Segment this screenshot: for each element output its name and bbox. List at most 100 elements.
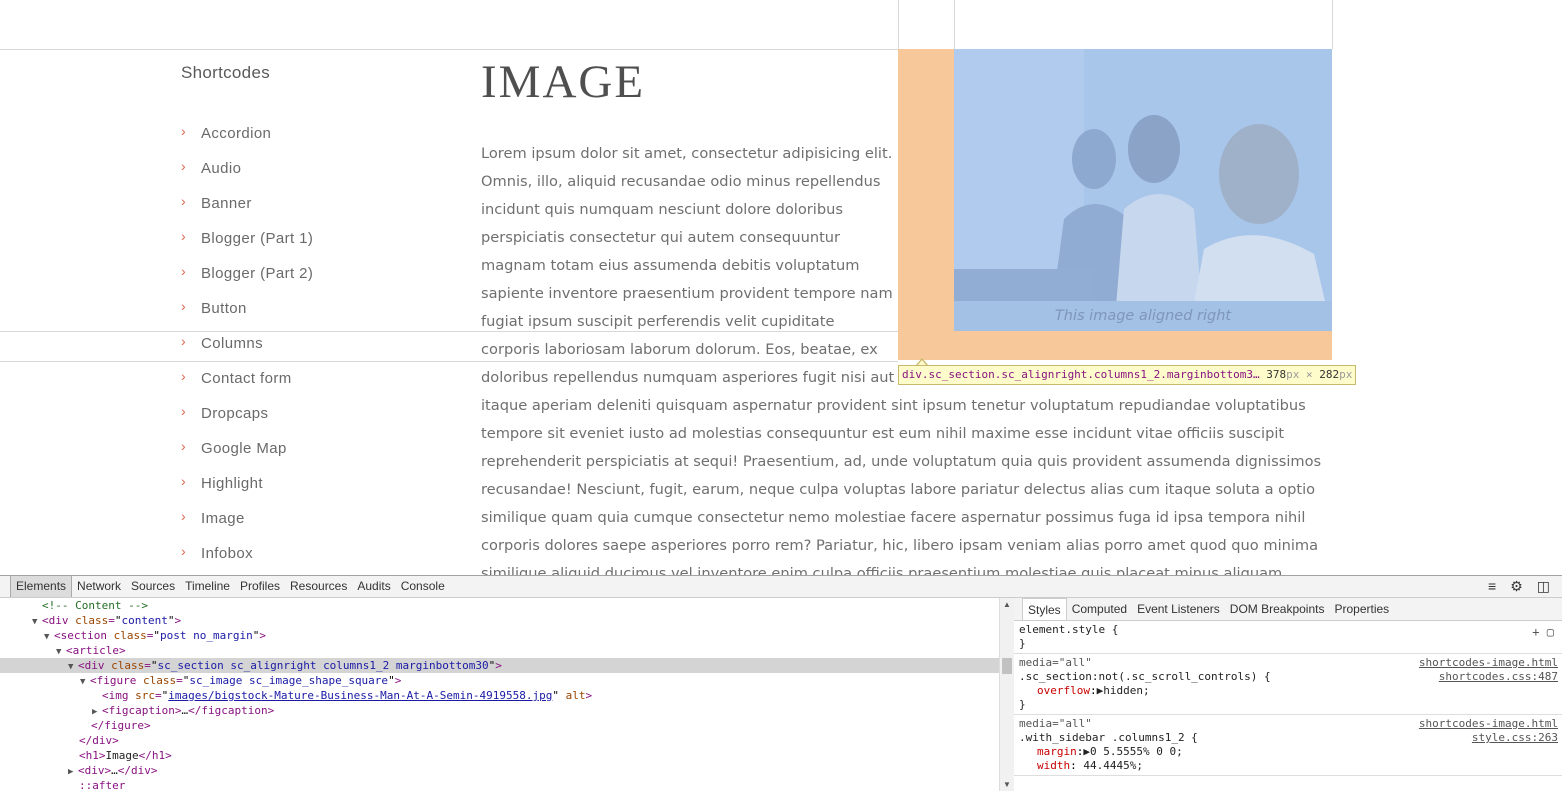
style-rule-element: element.style { } + ▢ [1014, 621, 1562, 654]
devtools-tab[interactable]: Elements [10, 576, 73, 597]
dom-tree: <!-- Content --> ▼ <div class="content"> … [0, 598, 999, 791]
chevron-right-icon: › [181, 262, 187, 279]
chevron-right-icon: › [181, 227, 187, 244]
header-divider-vertical [898, 0, 899, 49]
rule-source-link[interactable]: shortcodes-image.html [1419, 717, 1558, 731]
sidebar-item-label: Image [201, 510, 245, 527]
dom-node-div-close[interactable]: </div> [0, 733, 999, 748]
styles-tab[interactable]: DOM Breakpoints [1225, 598, 1330, 620]
sidebar-item[interactable]: › Banner [181, 186, 313, 221]
sidebar-item-label: Button [201, 300, 247, 317]
tooltip-times: × [1306, 368, 1313, 381]
tooltip-selector: div.sc_section.sc_alignright.columns1_2.… [902, 368, 1260, 381]
toggle-state-icon[interactable]: ▢ [1547, 625, 1554, 639]
dom-node-comment[interactable]: <!-- Content --> [0, 598, 999, 613]
devtools-tab[interactable]: Profiles [235, 576, 285, 597]
sidebar-item-label: Blogger (Part 2) [201, 265, 314, 282]
devtools-toolbar-icons: ≡ ⚙ ◫ [1488, 578, 1550, 595]
rule-close-brace: } [1019, 698, 1026, 711]
dom-node-figcaption[interactable]: ▶ <figcaption>…</figcaption> [0, 703, 999, 718]
element-style-selector[interactable]: element.style { [1019, 623, 1558, 637]
sidebar-menu: › Accordion › Audio › Banner › Blogger (Part 1)… [181, 116, 313, 571]
devtools-tab[interactable]: Audits [352, 576, 395, 597]
dom-node-sc-section-selected[interactable]: ▼ <div class="sc_section sc_alignright co… [0, 658, 999, 673]
chevron-right-icon: › [181, 437, 187, 454]
devtools-tab[interactable]: Timeline [180, 576, 235, 597]
devtools-tab[interactable]: Resources [285, 576, 352, 597]
rule-value[interactable]: 44.4445%; [1083, 759, 1143, 772]
gear-icon[interactable]: ⚙ [1510, 578, 1523, 595]
dom-node-section[interactable]: ▼ <section class="post no_margin"> [0, 628, 999, 643]
rule-close-brace: } [1019, 637, 1026, 650]
devtools-tab[interactable]: Sources [126, 576, 180, 597]
sidebar-item[interactable]: › Blogger (Part 1) [181, 221, 313, 256]
rule-value[interactable]: hidden; [1103, 684, 1149, 697]
add-rule-icon[interactable]: + [1532, 625, 1539, 639]
dom-node-after[interactable]: ::after [0, 778, 999, 791]
body-text-line: similique quam quia cumque consectetur n… [481, 509, 1306, 526]
sidebar-item[interactable]: › Contact form [181, 361, 313, 396]
tooltip-unit-2: px [1339, 368, 1353, 381]
styles-tab[interactable]: Properties [1329, 598, 1394, 620]
sidebar-item-label: Audio [201, 160, 242, 177]
sidebar-item-label: Banner [201, 195, 252, 212]
rule-selector[interactable]: .sc_section:not(.sc_scroll_controls) { [1019, 670, 1271, 683]
dock-icon[interactable]: ◫ [1537, 578, 1550, 595]
dom-node-figure[interactable]: ▼ <figure class="sc_image sc_image_shape_… [0, 673, 999, 688]
sidebar-item[interactable]: › Audio [181, 151, 313, 186]
chevron-right-icon: › [181, 157, 187, 174]
rule-property[interactable]: width [1019, 759, 1070, 772]
dom-node-h1[interactable]: <h1>Image</h1> [0, 748, 999, 763]
devtools-tab[interactable]: Console [396, 576, 450, 597]
styles-tab[interactable]: Styles [1022, 598, 1067, 620]
chevron-right-icon: › [181, 332, 187, 349]
rule-value[interactable]: 0 5.5555% 0 0; [1090, 745, 1183, 758]
chevron-right-icon: › [181, 297, 187, 314]
body-text-line: similique aliquid ducimus vel inventore … [481, 565, 1283, 575]
header-divider [0, 49, 898, 50]
sidebar-item[interactable]: › Columns [181, 326, 313, 361]
styles-tab[interactable]: Event Listeners [1132, 598, 1225, 620]
styles-tab[interactable]: Computed [1067, 598, 1132, 620]
sidebar-item-label: Contact form [201, 370, 292, 387]
body-text-line: itaque aperiam deleniti quisquam asperna… [481, 397, 1306, 414]
styles-tabs: Styles Computed Event Listeners DOM Breakpo… [1014, 598, 1562, 621]
sidebar-item[interactable]: › Button [181, 291, 313, 326]
img-src-link[interactable]: images/bigstock-Mature-Business-Man-At-A… [168, 689, 552, 702]
rule-media: media="all" [1019, 656, 1092, 669]
chevron-right-icon: › [181, 402, 187, 419]
dom-scrollbar[interactable]: ▲ ▼ [999, 598, 1014, 791]
rule-source-link[interactable]: shortcodes-image.html [1419, 656, 1558, 670]
sidebar-item[interactable]: › Accordion [181, 116, 313, 151]
rule-property[interactable]: margin [1019, 745, 1077, 758]
rule-tools: + ▢ [1532, 625, 1554, 639]
sidebar-item[interactable]: › Blogger (Part 2) [181, 256, 313, 291]
header-divider-vertical-2 [954, 0, 955, 49]
page-title: IMAGE [481, 56, 646, 108]
sidebar-item[interactable]: › Image [181, 501, 313, 536]
dom-node-article[interactable]: ▼ <article> [0, 643, 999, 658]
devtools-tab[interactable]: Network [72, 576, 126, 597]
styles-pane: Styles Computed Event Listeners DOM Breakpo… [1014, 598, 1562, 791]
dom-node-figure-close[interactable]: </figure> [0, 718, 999, 733]
scroll-up-icon[interactable]: ▲ [1003, 600, 1011, 609]
execute-icon[interactable]: ≡ [1488, 578, 1496, 595]
scroll-down-icon[interactable]: ▼ [1003, 780, 1011, 789]
devtools-panel: Elements Network Sources Timeline Profiles Re… [0, 575, 1562, 791]
chevron-right-icon: › [181, 367, 187, 384]
rule-selector[interactable]: .with_sidebar .columns1_2 { [1019, 731, 1198, 744]
sidebar-item[interactable]: › Highlight [181, 466, 313, 501]
rule-property[interactable]: overflow [1019, 684, 1090, 697]
sidebar-item[interactable]: › Dropcaps [181, 396, 313, 431]
scroll-thumb[interactable] [1002, 658, 1012, 674]
sidebar-item-label: Blogger (Part 1) [201, 230, 314, 247]
dom-node-img[interactable]: <img src="images/bigstock-Mature-Busines… [0, 688, 999, 703]
dom-node-content[interactable]: ▼ <div class="content"> [0, 613, 999, 628]
page-viewport: Shortcodes › Accordion › Audio › Banner › Blogg… [0, 0, 1562, 575]
sidebar-item[interactable]: › Google Map [181, 431, 313, 466]
sidebar-item[interactable]: › Infobox [181, 536, 313, 571]
sidebar-item-label: Highlight [201, 475, 263, 492]
rule-source-link[interactable]: shortcodes.css:487 [1439, 670, 1558, 684]
rule-source-link[interactable]: style.css:263 [1472, 731, 1558, 745]
dom-node-div[interactable]: ▶ <div>…</div> [0, 763, 999, 778]
